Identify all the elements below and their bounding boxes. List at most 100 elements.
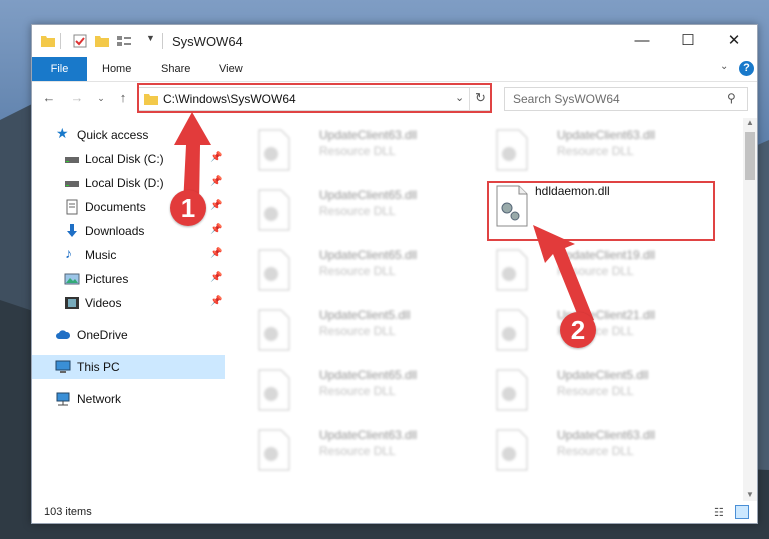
list-item[interactable]: UpdateClient63.dll Resource DLL [249, 124, 477, 180]
file-name: UpdateClient63.dll [557, 428, 656, 442]
file-name: UpdateClient19.dll [557, 248, 656, 262]
customize-toolbar-icon[interactable] [116, 33, 132, 49]
minimize-button[interactable]: — [619, 25, 665, 57]
list-item[interactable]: UpdateClient5.dll Resource DLL [249, 304, 477, 360]
list-item[interactable]: UpdateClient63.dll Resource DLL [487, 124, 715, 180]
ribbon-tabs: File Home Share View ⌄ ? [32, 57, 757, 82]
list-item[interactable]: UpdateClient21.dll Resource DLL [487, 304, 715, 360]
file-list: UpdateClient63.dll Resource DLL UpdateCl… [229, 118, 743, 501]
dll-file-icon [258, 309, 290, 351]
recent-locations-icon[interactable]: ⌄ [92, 89, 110, 107]
documents-icon [66, 199, 78, 215]
sidebar-item-onedrive[interactable]: OneDrive [32, 323, 225, 347]
callout-badge-1: 1 [170, 190, 206, 226]
expand-ribbon-icon[interactable]: ⌄ [720, 61, 728, 72]
dll-file-icon [496, 249, 528, 291]
list-item[interactable]: UpdateClient63.dll Resource DLL [487, 424, 715, 480]
list-item[interactable]: UpdateClient65.dll Resource DLL [249, 364, 477, 420]
file-name: UpdateClient65.dll [319, 248, 418, 262]
sidebar-item-label: OneDrive [77, 328, 128, 342]
sidebar-item-this-pc[interactable]: This PC [32, 355, 225, 379]
maximize-button[interactable]: ☐ [665, 25, 711, 57]
search-input[interactable]: Search SysWOW64 ⚲ [504, 87, 748, 111]
search-placeholder: Search SysWOW64 [513, 92, 620, 106]
videos-icon [65, 297, 79, 309]
dll-file-icon [258, 249, 290, 291]
title-bar: ▼ SysWOW64 — ☐ ✕ [32, 25, 757, 57]
drive-icon [65, 181, 79, 187]
pin-icon[interactable]: 📌 [210, 152, 222, 163]
file-type: Resource DLL [557, 144, 634, 158]
list-item[interactable]: UpdateClient19.dll Resource DLL [487, 244, 715, 300]
forward-arrow-icon[interactable]: → [68, 89, 86, 107]
file-type: Resource DLL [319, 204, 396, 218]
tab-home[interactable]: Home [102, 57, 131, 81]
pin-icon[interactable]: 📌 [210, 224, 222, 235]
sidebar-item-pictures[interactable]: Pictures 📌 [32, 267, 225, 291]
up-arrow-icon[interactable]: ↑ [114, 89, 132, 107]
file-type: Resource DLL [319, 444, 396, 458]
pin-icon[interactable]: 📌 [210, 176, 222, 187]
callout-badge-2: 2 [560, 312, 596, 348]
file-type: Resource DLL [557, 384, 634, 398]
pictures-icon [64, 273, 80, 285]
dll-file-icon [258, 189, 290, 231]
scroll-up-icon[interactable]: ▲ [746, 118, 754, 127]
file-name: UpdateClient5.dll [319, 308, 411, 322]
pin-icon[interactable]: 📌 [210, 296, 222, 307]
network-icon [56, 392, 70, 406]
search-icon[interactable]: ⚲ [727, 91, 736, 105]
file-type: Resource DLL [319, 144, 396, 158]
new-folder-icon[interactable] [94, 33, 110, 49]
sidebar-item-label: Quick access [77, 128, 149, 142]
sidebar-item-music[interactable]: ♪ Music 📌 [32, 243, 225, 267]
dll-file-icon [258, 129, 290, 171]
window-title: SysWOW64 [172, 34, 243, 49]
sidebar-item-network[interactable]: Network [32, 387, 225, 411]
list-item[interactable]: UpdateClient65.dll Resource DLL [249, 244, 477, 300]
close-button[interactable]: ✕ [711, 25, 757, 57]
vertical-scrollbar[interactable]: ▲ ▼ [743, 118, 757, 501]
dll-file-icon [496, 309, 528, 351]
list-item[interactable]: UpdateClient5.dll Resource DLL [487, 364, 715, 420]
cloud-icon [56, 330, 71, 339]
sidebar-item-label: Music [85, 248, 117, 262]
sidebar-item-local-disk-c[interactable]: Local Disk (C:) 📌 [32, 147, 225, 171]
sidebar-item-label: Documents [85, 200, 146, 214]
dll-file-icon [258, 369, 290, 411]
tab-view[interactable]: View [219, 57, 243, 81]
file-type: Resource DLL [557, 444, 634, 458]
properties-icon[interactable] [72, 33, 88, 49]
details-view-icon[interactable]: ☷ [714, 506, 724, 519]
sidebar-item-label: Downloads [85, 224, 145, 238]
scroll-down-icon[interactable]: ▼ [746, 490, 754, 499]
chevron-down-icon[interactable]: ▼ [146, 33, 155, 43]
drive-icon [65, 157, 79, 163]
pin-icon[interactable]: 📌 [210, 248, 222, 259]
dll-file-icon [496, 369, 528, 411]
sidebar-item-label: Local Disk (D:) [85, 176, 164, 190]
file-name: UpdateClient65.dll [319, 368, 418, 382]
file-type: Resource DLL [557, 264, 634, 278]
dll-file-icon [258, 429, 290, 471]
scrollbar-thumb[interactable] [745, 132, 755, 180]
tab-file[interactable]: File [32, 57, 87, 81]
pin-icon[interactable]: 📌 [210, 272, 222, 283]
list-item[interactable]: UpdateClient63.dll Resource DLL [249, 424, 477, 480]
status-bar: 103 items ☷ [32, 503, 757, 523]
sidebar-item-videos[interactable]: Videos 📌 [32, 291, 225, 315]
tab-share[interactable]: Share [161, 57, 190, 81]
music-icon: ♪ [65, 245, 72, 261]
item-count: 103 items [44, 506, 92, 518]
sidebar-item-label: This PC [77, 360, 120, 374]
list-item[interactable]: UpdateClient65.dll Resource DLL [249, 184, 477, 240]
pin-icon[interactable]: 📌 [210, 200, 222, 211]
help-icon[interactable]: ? [739, 61, 754, 76]
file-type: Resource DLL [319, 324, 396, 338]
sidebar-item-quick-access[interactable]: ★ Quick access [32, 123, 225, 147]
file-highlight [487, 181, 715, 241]
large-icons-view-icon[interactable] [735, 505, 749, 519]
file-name: UpdateClient63.dll [319, 428, 418, 442]
back-arrow-icon[interactable]: ← [40, 89, 58, 107]
sidebar-item-label: Videos [85, 296, 122, 310]
